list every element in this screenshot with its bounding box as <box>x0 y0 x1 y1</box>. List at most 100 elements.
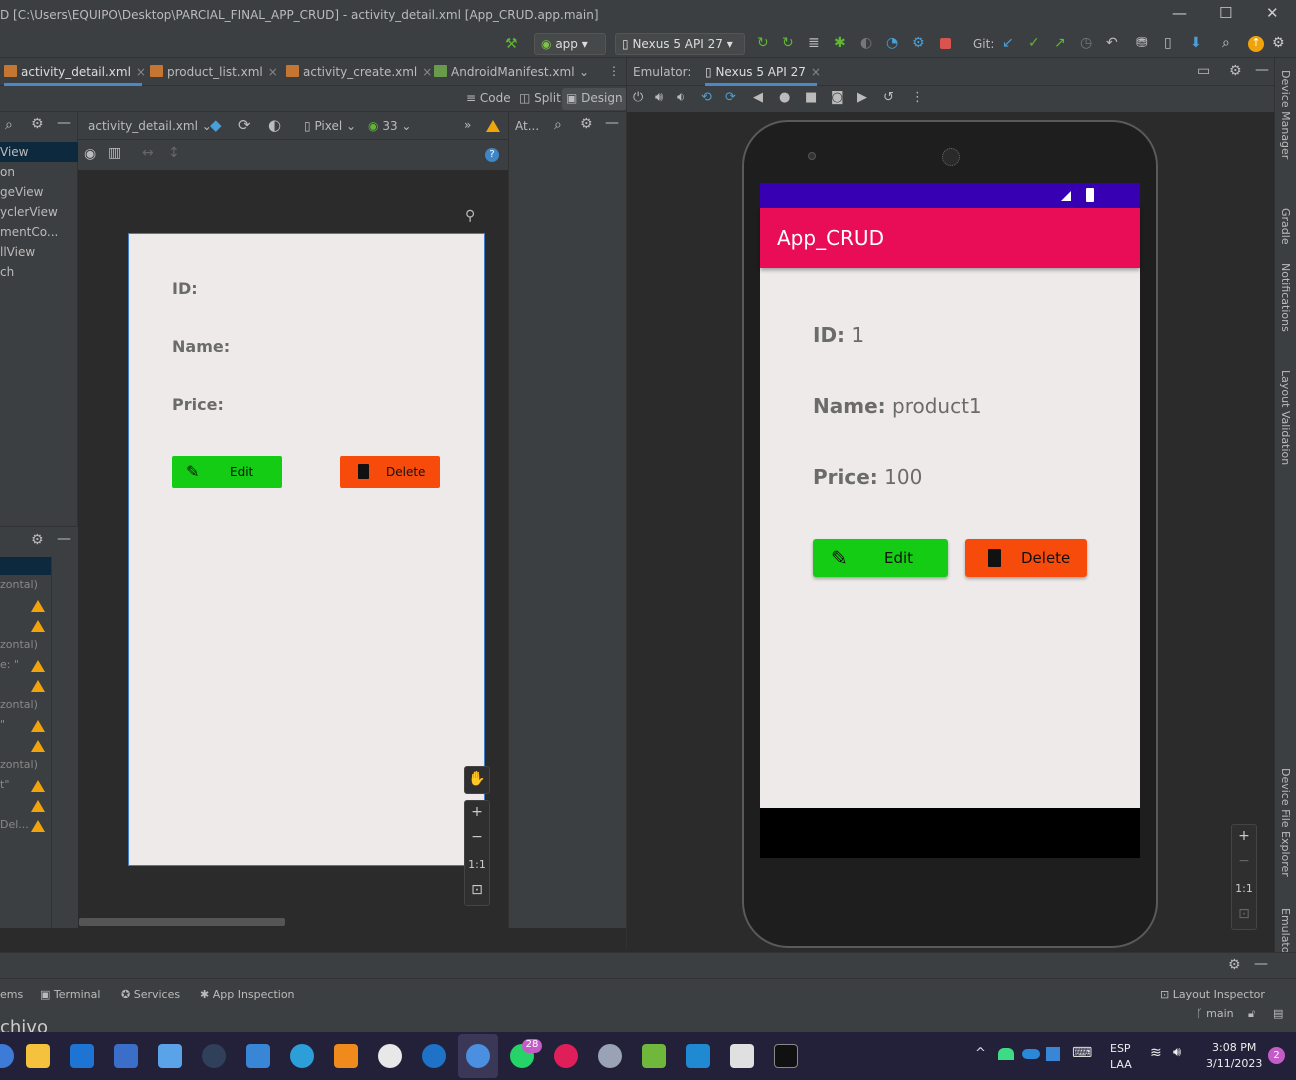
zoom-in-icon[interactable]: + <box>465 801 489 827</box>
tab-product-list[interactable]: product_list.xml × <box>150 58 278 86</box>
device-icon[interactable]: ▯ <box>1164 35 1180 51</box>
pearson-icon[interactable] <box>422 1044 446 1068</box>
design-mode-button[interactable]: ▣ Design <box>562 88 627 110</box>
home-icon[interactable]: ● <box>779 90 790 105</box>
palette-item[interactable]: View <box>0 142 78 162</box>
horizontal-resize-icon[interactable]: ↔ <box>142 145 154 161</box>
tree-row[interactable]: e: " <box>0 655 52 675</box>
github-icon[interactable] <box>378 1044 402 1068</box>
security-icon[interactable] <box>1046 1047 1060 1061</box>
app-icon[interactable] <box>202 1044 226 1068</box>
gear-icon[interactable]: ⚙ <box>31 116 44 132</box>
android-tray-icon[interactable] <box>998 1048 1014 1060</box>
tab-activity-detail[interactable]: activity_detail.xml × <box>4 58 146 86</box>
wifi-icon[interactable]: ≋ <box>1150 1045 1162 1061</box>
back-icon[interactable]: ◀ <box>753 90 763 105</box>
slack-icon[interactable] <box>554 1044 578 1068</box>
search-icon[interactable]: ⌕ <box>1222 35 1238 51</box>
git-branch[interactable]: ᚴ main <box>1196 1007 1234 1020</box>
terminal-icon[interactable] <box>774 1044 798 1068</box>
rollback-icon[interactable]: ↶ <box>1106 35 1122 51</box>
event-log-icon[interactable]: ▤ <box>1273 1007 1283 1020</box>
delete-button[interactable]: Delete <box>340 456 440 488</box>
palette-item[interactable]: geView <box>0 182 78 202</box>
vertical-resize-icon[interactable]: ↕ <box>168 145 180 161</box>
more-icon[interactable]: ⋮ <box>608 64 620 78</box>
search-icon[interactable]: ⌕ <box>554 117 562 133</box>
history-icon[interactable]: ◷ <box>1080 35 1096 51</box>
git-update-icon[interactable]: ↙ <box>1002 35 1018 51</box>
device-dropdown[interactable]: ▯ Pixel ⌄ <box>304 119 356 133</box>
calculator-icon[interactable] <box>114 1044 138 1068</box>
tree-row[interactable]: " <box>0 715 52 735</box>
device-screen[interactable]: App_CRUD ID: 1 Name: product1 Price: 100… <box>760 183 1140 858</box>
camera-icon[interactable]: ◙ <box>831 90 844 105</box>
overflow-icon[interactable]: » <box>464 118 471 132</box>
chevron-down-icon[interactable]: ⌄ <box>579 65 589 79</box>
keyboard-icon[interactable]: ⌨ <box>1072 1045 1092 1061</box>
settings-icon[interactable] <box>598 1044 622 1068</box>
overview-icon[interactable]: ■ <box>805 90 817 105</box>
layout-preview[interactable]: ID: Name: Price: ✎ Edit Delete <box>128 233 485 866</box>
tab-activity-create[interactable]: activity_create.xml × <box>286 58 432 86</box>
zoom-out-icon[interactable]: − <box>1232 851 1256 877</box>
close-button[interactable]: ✕ <box>1266 4 1279 22</box>
minimize-icon[interactable]: — <box>605 115 619 131</box>
warning-icon[interactable] <box>31 740 45 752</box>
mail-icon[interactable] <box>70 1044 94 1068</box>
attach-icon[interactable]: ◐ <box>860 35 876 51</box>
palette-item[interactable]: ch <box>0 262 78 282</box>
edge-icon[interactable] <box>290 1044 314 1068</box>
tree-row[interactable]: zontal) <box>0 575 52 595</box>
blueprint-icon[interactable]: ▥ <box>108 145 121 161</box>
orientation-icon[interactable]: ⟳ <box>238 116 251 134</box>
rotate-left-icon[interactable]: ⟲ <box>701 90 712 105</box>
virtualbox-icon[interactable] <box>158 1044 182 1068</box>
settings-icon[interactable]: ⚙ <box>1272 35 1288 51</box>
split-mode-button[interactable]: ◫ Split <box>515 88 565 110</box>
problems-tab[interactable]: ems <box>0 988 23 1001</box>
update-icon[interactable]: ↑ <box>1248 36 1264 52</box>
fit-screen-icon[interactable]: ⊡ <box>1232 903 1256 929</box>
clock-time[interactable]: 3:08 PM <box>1212 1041 1256 1054</box>
lock-icon[interactable]: 🔓︎ <box>1248 1007 1255 1021</box>
vscode-icon[interactable] <box>686 1044 710 1068</box>
minimize-icon[interactable]: — <box>1254 956 1268 972</box>
wrench-icon[interactable]: ⚲ <box>465 208 475 224</box>
zoom-fit-button[interactable]: 1:1 <box>1232 877 1256 903</box>
tool-icon[interactable] <box>730 1044 754 1068</box>
zoom-fit-button[interactable]: 1:1 <box>465 853 489 879</box>
code-mode-button[interactable]: ≡ Code <box>462 88 515 110</box>
hammer-icon[interactable]: ⚒ <box>505 36 521 52</box>
gradle-tab[interactable]: Gradle <box>1279 208 1292 245</box>
record-icon[interactable]: ▶ <box>857 90 867 105</box>
zoom-in-icon[interactable]: + <box>1232 825 1256 851</box>
volume-icon[interactable]: 🔊︎ <box>1173 1045 1181 1060</box>
profile-icon[interactable]: ◔ <box>886 35 902 51</box>
tab-emulator-device[interactable]: ▯ Nexus 5 API 27 × <box>705 58 821 86</box>
window-icon[interactable]: ▭ <box>1197 63 1210 79</box>
tab-android-manifest[interactable]: AndroidManifest.xml <box>434 58 575 86</box>
eye-icon[interactable]: ◉ <box>84 146 96 162</box>
maximize-button[interactable]: ☐ <box>1219 4 1232 22</box>
horizontal-scrollbar[interactable] <box>79 918 285 926</box>
palette-item[interactable]: on <box>0 162 78 182</box>
apply-code-changes-icon[interactable]: ↻ <box>782 35 798 51</box>
start-icon[interactable] <box>0 1044 14 1068</box>
notifications-tab[interactable]: Notifications <box>1279 263 1292 332</box>
close-icon[interactable]: × <box>811 65 821 79</box>
xampp-icon[interactable] <box>334 1044 358 1068</box>
minimize-button[interactable]: — <box>1172 4 1187 22</box>
tree-row[interactable]: t" <box>0 775 52 795</box>
notification-badge[interactable]: 2 <box>1268 1047 1285 1064</box>
clock-date[interactable]: 3/11/2023 <box>1206 1057 1262 1070</box>
device-manager-tab[interactable]: Device Manager <box>1279 70 1292 159</box>
palette-item[interactable]: llView <box>0 242 78 262</box>
snip-icon[interactable] <box>246 1044 270 1068</box>
git-commit-icon[interactable]: ✓ <box>1028 35 1044 51</box>
rotate-right-icon[interactable]: ⟳ <box>725 90 736 105</box>
stop-icon[interactable] <box>940 38 951 49</box>
services-tab[interactable]: ✪ Services <box>121 988 180 1001</box>
tree-row[interactable]: zontal) <box>0 635 52 655</box>
minecraft-icon[interactable] <box>642 1044 666 1068</box>
